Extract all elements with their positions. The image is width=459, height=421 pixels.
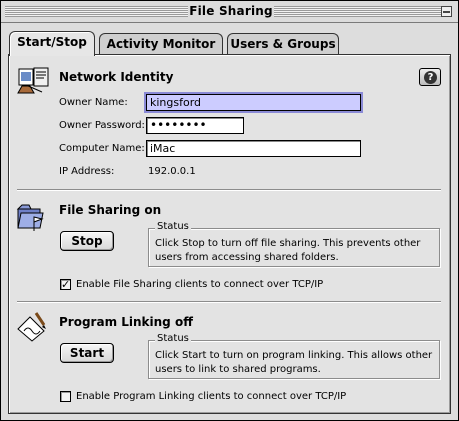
start-stop-panel: Network Identity ? Owner Name: kingsford… [8, 54, 451, 414]
file-sharing-tcp-label: Enable File Sharing clients to connect o… [76, 279, 324, 290]
title-bar-stripes-right [274, 6, 448, 17]
program-linking-status-legend: Status [155, 333, 191, 344]
owner-password-label: Owner Password: [59, 120, 145, 131]
network-identity-icon [17, 67, 49, 94]
tab-start-stop[interactable]: Start/Stop [9, 31, 95, 56]
help-button[interactable]: ? [419, 68, 441, 86]
network-identity-title: Network Identity [59, 70, 174, 84]
program-linking-icon [17, 312, 46, 342]
shared-folder-icon [16, 204, 44, 231]
file-sharing-window: File Sharing Start/Stop Activity Monitor… [0, 0, 459, 421]
divider-2 [17, 301, 441, 303]
stop-button[interactable]: Stop [60, 231, 114, 251]
ip-address-value: 192.0.0.1 [148, 166, 196, 177]
program-linking-title: Program Linking off [59, 315, 193, 329]
title-bar-stripes-left [5, 6, 188, 17]
help-icon: ? [424, 71, 437, 84]
program-linking-tcp-label: Enable Program Linking clients to connec… [76, 391, 347, 402]
file-sharing-status-legend: Status [155, 221, 191, 232]
file-sharing-status-text: Click Stop to turn off file sharing. Thi… [155, 238, 421, 263]
owner-name-label: Owner Name: [59, 97, 128, 108]
computer-name-field[interactable]: iMac [146, 140, 361, 157]
divider-1 [17, 189, 441, 191]
tab-users-groups[interactable]: Users & Groups [227, 33, 339, 55]
ip-address-label: IP Address: [59, 166, 115, 177]
tab-bar: Start/Stop Activity Monitor Users & Grou… [9, 31, 449, 56]
program-linking-status-box: Status Click Start to turn on program li… [148, 333, 440, 379]
window-title: File Sharing [188, 4, 274, 18]
file-sharing-title: File Sharing on [59, 203, 162, 217]
computer-name-label: Computer Name: [59, 143, 145, 154]
title-bar[interactable]: File Sharing [1, 1, 458, 23]
program-linking-tcp-checkbox[interactable] [60, 391, 71, 402]
tab-activity-monitor[interactable]: Activity Monitor [99, 33, 223, 55]
start-button[interactable]: Start [60, 343, 114, 363]
owner-name-field[interactable]: kingsford [146, 94, 361, 111]
file-sharing-tcp-checkbox[interactable]: ✓ [60, 279, 71, 290]
owner-password-field[interactable]: •••••••• [146, 117, 244, 134]
collapse-box-icon[interactable] [441, 6, 452, 17]
program-linking-status-text: Click Start to turn on program linking. … [155, 350, 433, 375]
file-sharing-status-box: Status Click Stop to turn off file shari… [148, 221, 440, 267]
